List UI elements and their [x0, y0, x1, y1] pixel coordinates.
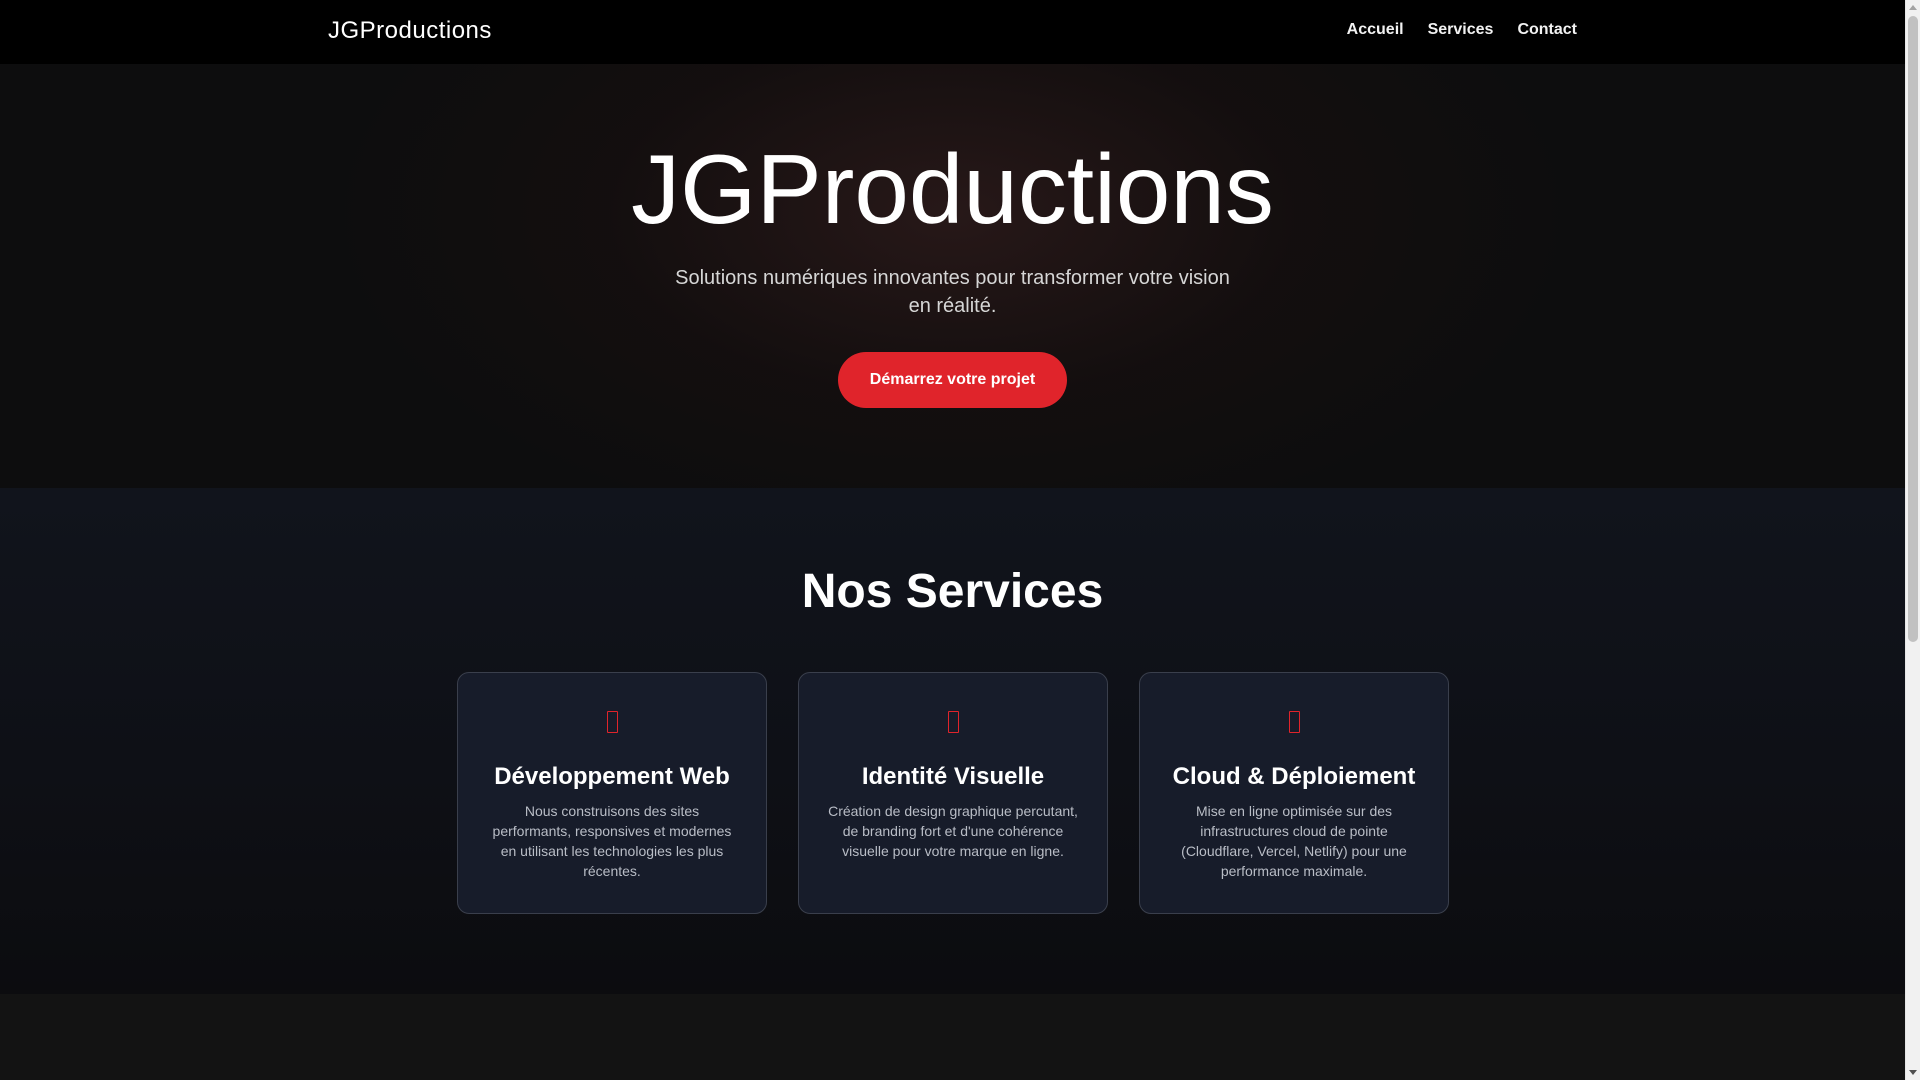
services-section: Nos Services Développement Web Nous cons… [0, 488, 1905, 994]
hero-section: JGProductions Solutions numériques innov… [0, 64, 1905, 488]
services-title: Nos Services [801, 565, 1104, 618]
start-project-button[interactable]: Démarrez votre projet [838, 352, 1067, 408]
service-card-title: Développement Web [494, 763, 730, 790]
brand-logo-link[interactable]: JGProductions [328, 17, 492, 45]
vertical-scrollbar[interactable] [1905, 0, 1920, 1080]
hero-subtitle: Solutions numériques innovantes pour tra… [675, 267, 1230, 317]
service-card-title: Identité Visuelle [861, 763, 1045, 790]
service-card-text: Mise en ligne optimisée sur des infrastr… [1181, 803, 1407, 879]
nav-link-services[interactable]: Services [1428, 21, 1494, 39]
scroll-down-icon[interactable] [1909, 1070, 1917, 1075]
scrollbar-thumb[interactable] [1908, 16, 1918, 642]
service-card-identity: Identité Visuelle Création de design gra… [798, 672, 1108, 914]
nav-link-contact[interactable]: Contact [1517, 21, 1577, 39]
missing-glyph-icon [948, 711, 959, 733]
service-card-cloud: Cloud & Déploiement Mise en ligne optimi… [1139, 672, 1449, 914]
service-card-text: Création de design graphique percutant, … [828, 803, 1078, 859]
missing-glyph-icon [1289, 711, 1300, 733]
nav-link-accueil[interactable]: Accueil [1347, 21, 1404, 39]
service-card-web: Développement Web Nous construisons des … [457, 672, 767, 914]
missing-glyph-icon [607, 711, 618, 733]
service-card-text: Nous construisons des sites performants,… [492, 803, 732, 879]
main-nav: Accueil Services Contact [1347, 21, 1577, 39]
scroll-up-icon[interactable] [1909, 5, 1917, 10]
page: JGProductions Accueil Services Contact J… [0, 0, 1905, 1080]
site-header: JGProductions Accueil Services Contact [0, 0, 1905, 64]
service-card-title: Cloud & Déploiement [1172, 763, 1416, 790]
hero-title: JGProductions [631, 134, 1274, 244]
next-section [0, 994, 1905, 1080]
browser-viewport: JGProductions Accueil Services Contact J… [0, 0, 1920, 1080]
